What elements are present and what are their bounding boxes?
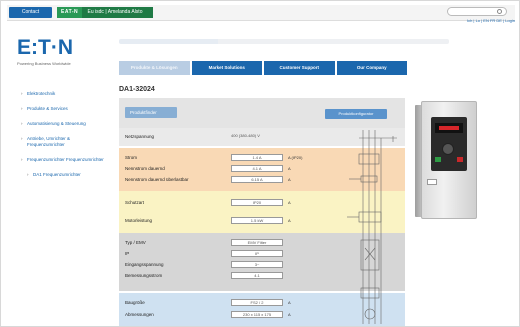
left-nav-item[interactable]: Frequenzumrichter Frequenzumrichter xyxy=(21,157,107,163)
tab-our-company[interactable]: Our Company xyxy=(336,61,407,75)
field-input[interactable]: IP xyxy=(231,250,283,257)
product-finder-button[interactable]: Produktfinder xyxy=(125,107,177,118)
field-label: Nennstrom dauernd xyxy=(125,166,165,171)
main-nav-tabs: Produkte & Lösungen Market Solutions Cus… xyxy=(119,61,407,75)
field-label: IP xyxy=(125,251,130,256)
left-nav: Elektrotechnik Produkte & Services Autom… xyxy=(21,91,107,187)
field-input[interactable]: 6.15 A xyxy=(231,176,283,183)
left-nav-subitem[interactable]: DA1 Frequenzumrichter xyxy=(21,172,107,178)
field-label: Baugröße xyxy=(125,300,145,305)
field-unit: A (IP20) xyxy=(288,155,303,160)
search-icon[interactable] xyxy=(497,9,502,14)
brand-subtitle: Eu isdc | Amelanda Alsto xyxy=(87,9,143,15)
field-input[interactable]: 3~ xyxy=(231,261,283,268)
field-label: Nennstrom dauernd überlastbar xyxy=(125,177,189,182)
top-links[interactable]: Ich | Lo | EN FR DE | Login xyxy=(441,18,515,24)
knob-icon xyxy=(442,143,454,155)
device-label xyxy=(427,179,437,185)
contact-button[interactable]: Contact xyxy=(9,7,52,18)
field-unit: A xyxy=(288,200,291,205)
field-input[interactable]: 230 x 115 x 175 xyxy=(231,311,283,318)
field-label: Schutzart xyxy=(125,200,145,205)
search-input[interactable] xyxy=(447,7,507,16)
field-label: Typ / EMV xyxy=(125,240,146,245)
left-nav-item[interactable]: Elektrotechnik xyxy=(21,91,107,97)
configurator-button[interactable]: Produktkonfigurator xyxy=(325,109,387,119)
stop-button-icon xyxy=(457,157,463,162)
product-title: DA1-32024 xyxy=(119,86,155,93)
field-label: Abmessungen xyxy=(125,312,154,317)
field-label: Strom xyxy=(125,155,138,160)
field-label: Netzspannung xyxy=(125,134,155,139)
field-input[interactable]: 1.5 kW xyxy=(231,217,283,224)
product-image xyxy=(415,101,487,219)
logo-tagline: Powering Business Worldwide xyxy=(17,61,71,66)
device-display xyxy=(435,123,463,133)
browser-frame: Contact EAT-N Eu isdc | Amelanda Alsto I… xyxy=(0,0,520,327)
left-nav-item[interactable]: Automatisierung & Steuerung xyxy=(21,121,107,127)
field-unit: A xyxy=(288,177,291,182)
tab-customer-support[interactable]: Customer Support xyxy=(264,61,335,75)
field-unit: A xyxy=(288,312,291,317)
tab-market-solutions[interactable]: Market Solutions xyxy=(191,61,262,75)
breadcrumb[interactable] xyxy=(119,39,449,44)
field-label: Eingangsspannung xyxy=(125,262,164,267)
field-unit: A xyxy=(288,300,291,305)
field-input[interactable]: 1.4 A xyxy=(231,154,283,161)
field-input[interactable]: 4.1 A xyxy=(231,165,283,172)
field-label: Motorleistung xyxy=(125,218,153,223)
brand-bar[interactable]: EAT-N Eu isdc | Amelanda Alsto xyxy=(57,7,153,18)
product-configurator: Produktfinder Produktkonfigurator Netzsp… xyxy=(119,98,405,326)
device-panel xyxy=(431,117,467,171)
brand-logo: EAT-N xyxy=(57,7,83,18)
field-value: 400 (380-480) V xyxy=(231,133,260,138)
left-nav-item[interactable]: Produkte & Services xyxy=(21,106,107,112)
wiring-diagram xyxy=(347,130,397,324)
field-input[interactable]: IP20 xyxy=(231,199,283,206)
field-input[interactable]: EMV Filter xyxy=(231,239,283,246)
field-input[interactable]: FS2 / 2 xyxy=(231,299,283,306)
tab-products[interactable]: Produkte & Lösungen xyxy=(119,61,190,75)
start-button-icon xyxy=(435,157,441,162)
field-label: Bemessungsstrom xyxy=(125,273,163,278)
eaton-logo[interactable]: E:T·N xyxy=(17,36,73,60)
left-nav-item[interactable]: Antriebe, Umrichter & Frequenzumrichter xyxy=(21,136,107,148)
field-unit: A xyxy=(288,218,291,223)
field-input[interactable]: 4.1 xyxy=(231,272,283,279)
field-unit: A xyxy=(288,166,291,171)
